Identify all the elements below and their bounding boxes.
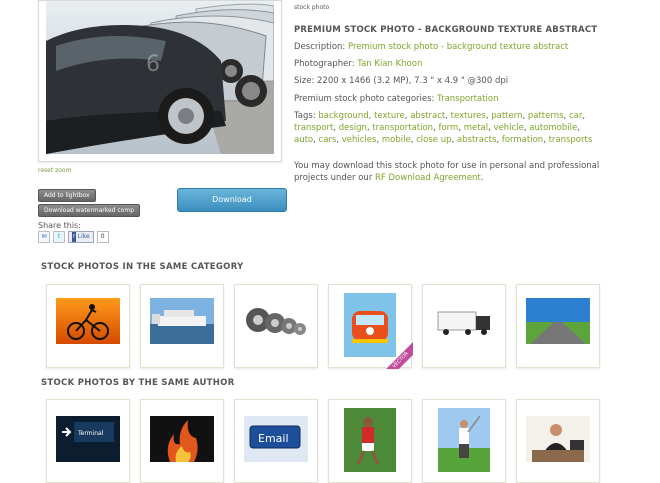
category-thumb-5[interactable] — [422, 284, 506, 368]
tag-link[interactable]: vehicle — [494, 123, 524, 133]
category-thumb-2[interactable] — [140, 284, 224, 368]
facebook-like-count: 0 — [96, 231, 109, 243]
tag-link[interactable]: textures — [451, 111, 486, 121]
main-photo-frame: 6 — [38, 0, 282, 162]
thumb-image — [150, 298, 214, 344]
tag-link[interactable]: cars — [319, 135, 337, 145]
size-value: 2200 x 1466 (3.2 MP), 7.3 " x 4.9 " @300… — [317, 76, 509, 86]
tag-link[interactable]: pattern — [491, 111, 522, 121]
twitter-share-icon[interactable]: t — [53, 231, 65, 243]
description-row: Description: Premium stock photo - backg… — [294, 41, 614, 53]
download-button[interactable]: Download — [177, 188, 287, 212]
tag-link[interactable]: transport — [294, 123, 333, 133]
thumb-image — [56, 298, 120, 344]
thumb-image — [438, 408, 490, 472]
tag-link[interactable]: patterns — [528, 111, 564, 121]
tag-link[interactable]: auto — [294, 135, 313, 145]
vector-badge: VECTOR — [385, 341, 413, 369]
reset-zoom-link[interactable]: reset zoom — [38, 167, 71, 174]
tag-link[interactable]: formation — [502, 135, 543, 145]
tag-link[interactable]: metal — [464, 123, 488, 133]
rf-agreement-link[interactable]: RF Download Agreement — [375, 173, 481, 183]
thumb-image: Email — [244, 416, 308, 462]
tag-link[interactable]: transportation — [372, 123, 433, 133]
tag-link[interactable]: texture — [374, 111, 405, 121]
tag-link[interactable]: car — [569, 111, 582, 121]
tag-link[interactable]: background — [318, 111, 368, 121]
svg-text:6: 6 — [146, 52, 160, 77]
same-category-title: STOCK PHOTOS IN THE SAME CATEGORY — [41, 262, 244, 272]
category-thumb-1[interactable] — [46, 284, 130, 368]
tag-link[interactable]: automobile — [529, 123, 577, 133]
author-thumb-5[interactable] — [422, 399, 506, 483]
thumb-image: Terminal — [56, 416, 120, 462]
thumb-image — [244, 298, 308, 344]
photographer-row: Photographer: Tan Kian Khoon — [294, 58, 614, 70]
tag-separator: , — [582, 111, 586, 121]
thumb-image — [344, 408, 396, 472]
share-label: Share this: — [38, 221, 81, 230]
facebook-like-label: Like — [77, 233, 90, 240]
tags-list: background, texture, abstract, textures,… — [294, 111, 592, 145]
category-thumb-6[interactable] — [516, 284, 600, 368]
thumb-image — [526, 298, 590, 344]
facebook-icon: f — [72, 232, 76, 242]
description-link[interactable]: Premium stock photo - background texture… — [348, 42, 568, 52]
thumb-image — [150, 416, 214, 462]
tag-separator: , — [577, 123, 580, 133]
size-label: Size: — [294, 76, 315, 86]
size-row: Size: 2200 x 1466 (3.2 MP), 7.3 " x 4.9 … — [294, 75, 614, 87]
photographer-label: Photographer: — [294, 59, 355, 69]
description-label: Description: — [294, 42, 346, 52]
tag-link[interactable]: design — [339, 123, 367, 133]
tag-link[interactable]: abstract — [410, 111, 445, 121]
main-photo[interactable]: 6 — [46, 1, 274, 154]
tag-link[interactable]: abstracts — [457, 135, 497, 145]
photo-caption: stock photo — [294, 4, 330, 11]
author-thumb-1[interactable]: Terminal — [46, 399, 130, 483]
category-thumb-3[interactable] — [234, 284, 318, 368]
facebook-like-button[interactable]: f Like — [68, 231, 94, 243]
categories-label: Premium stock photo categories: — [294, 94, 435, 104]
categories-row: Premium stock photo categories: Transpor… — [294, 93, 614, 105]
tag-link[interactable]: vehicles — [342, 135, 377, 145]
category-link[interactable]: Transportation — [437, 94, 498, 104]
same-author-title: STOCK PHOTOS BY THE SAME AUTHOR — [41, 378, 235, 388]
category-thumb-4[interactable]: VECTOR — [328, 284, 413, 369]
photo-title: PREMIUM STOCK PHOTO - BACKGROUND TEXTURE… — [294, 25, 598, 35]
license-end: . — [480, 173, 484, 183]
svg-text:Terminal: Terminal — [77, 430, 104, 437]
photographer-link[interactable]: Tan Kian Khoon — [357, 59, 422, 69]
email-share-icon[interactable]: ✉ — [38, 231, 50, 243]
download-watermarked-button[interactable]: Download watermarked comp — [38, 204, 140, 217]
license-row: You may download this stock photo for us… — [294, 160, 624, 184]
tags-label: Tags: — [294, 111, 316, 121]
add-to-lightbox-button[interactable]: Add to lightbox — [38, 189, 96, 202]
tag-link[interactable]: form — [438, 123, 458, 133]
author-thumb-6[interactable] — [516, 399, 600, 483]
thumb-image — [432, 298, 496, 344]
tag-link[interactable]: transports — [549, 135, 593, 145]
author-thumb-4[interactable] — [328, 399, 412, 483]
tag-link[interactable]: close up — [416, 135, 451, 145]
email-key-label: Email — [258, 432, 289, 445]
thumb-image — [526, 416, 590, 462]
author-thumb-2[interactable] — [140, 399, 224, 483]
tag-link[interactable]: mobile — [382, 135, 411, 145]
tags-row: Tags: background, texture, abstract, tex… — [294, 110, 604, 146]
share-row: ✉ t f Like 0 — [38, 231, 109, 243]
author-thumb-3[interactable]: Email — [234, 399, 318, 483]
